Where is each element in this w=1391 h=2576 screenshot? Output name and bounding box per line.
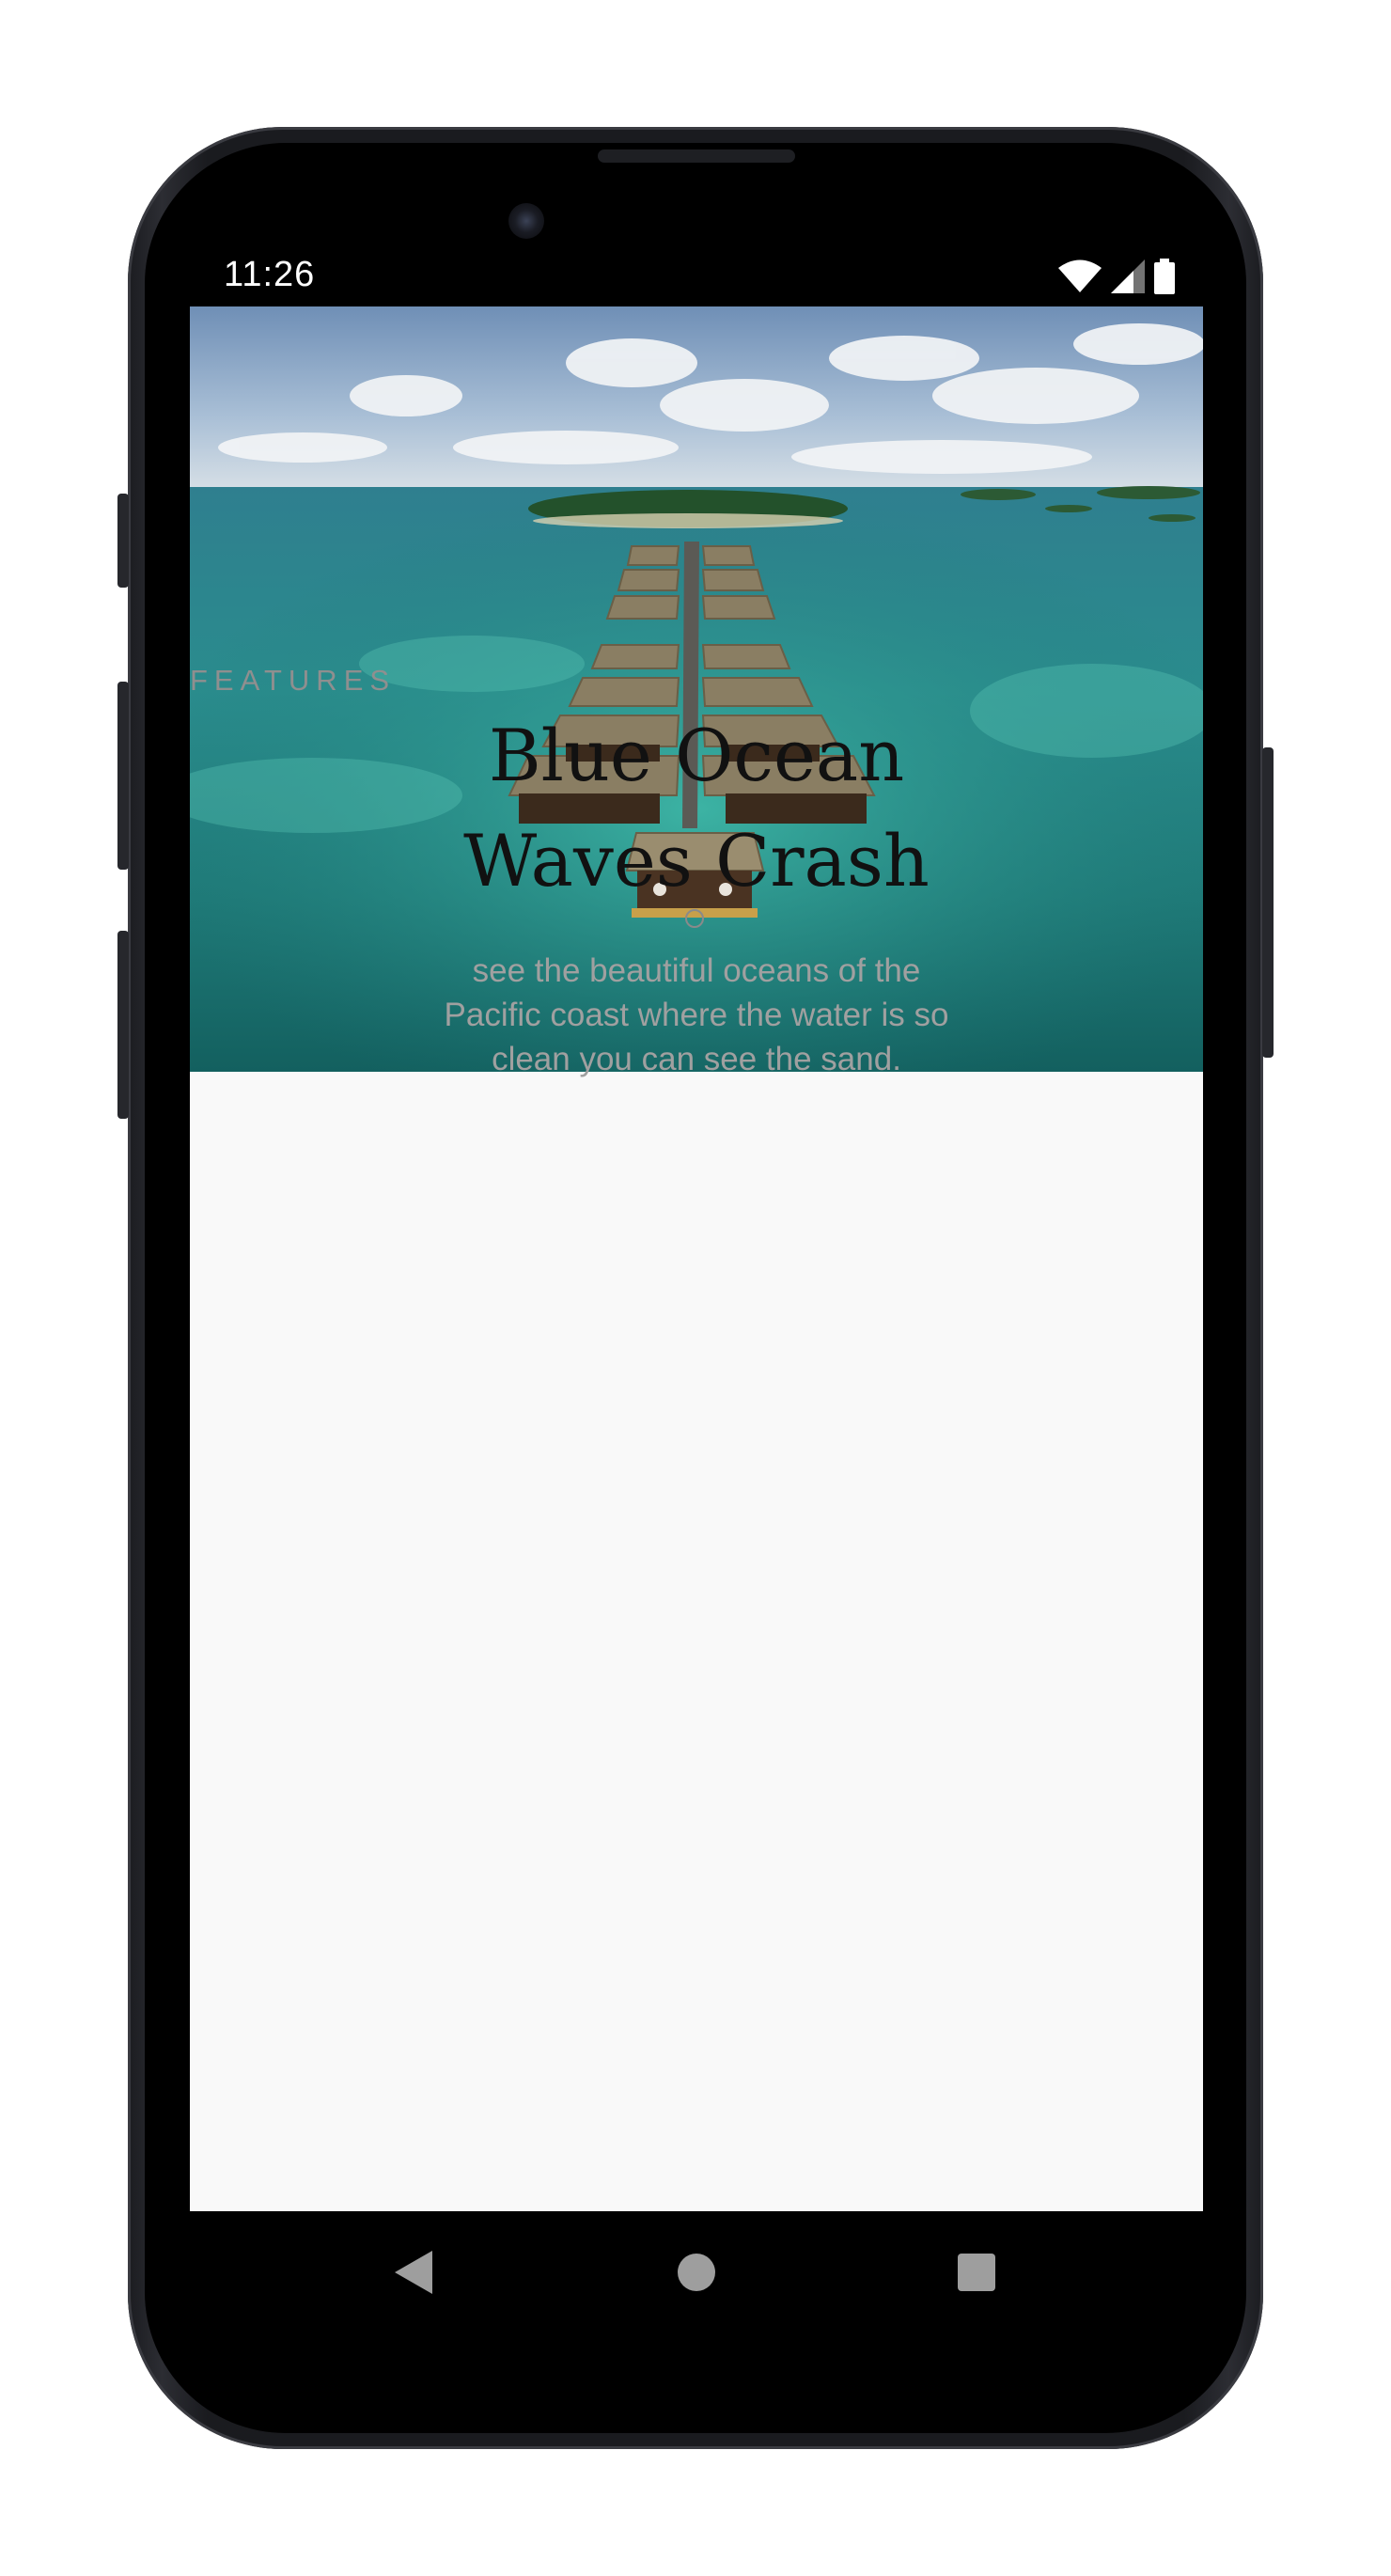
recents-button[interactable] [950,2246,1003,2299]
home-icon [678,2254,715,2291]
recents-icon [958,2254,995,2291]
side-button-top-left [117,494,129,588]
home-button[interactable] [670,2246,723,2299]
description-line: clean you can see the sand. [492,1041,901,1077]
volume-up-button [117,682,129,870]
article-title-line: Waves Crash [463,819,930,903]
article-title: Blue Ocean Waves Crash [414,703,978,914]
app-screen: FEATURES Blue Ocean Waves Crash see the … [190,306,1203,2211]
battery-icon [1154,259,1175,299]
wifi-icon [1058,259,1102,298]
back-icon [395,2251,432,2294]
cellular-signal-icon [1111,259,1145,298]
section-eyebrow: FEATURES [190,664,397,697]
back-button[interactable] [388,2246,441,2299]
divider-dot-icon [685,909,704,928]
earpiece-speaker [598,149,795,163]
status-bar: 11:26 [190,247,1201,304]
article-description: see the beautiful oceans of the Pacific … [414,949,978,1081]
power-button [1262,747,1274,1058]
description-line: Pacific coast where the water is so [444,997,949,1033]
volume-down-button [117,931,129,1119]
navigation-bar [190,2211,1203,2333]
front-camera [508,203,544,239]
status-icons [1058,259,1175,299]
article-title-line: Blue Ocean [488,714,905,797]
status-time: 11:26 [224,255,316,294]
description-line: see the beautiful oceans of the [472,952,921,989]
